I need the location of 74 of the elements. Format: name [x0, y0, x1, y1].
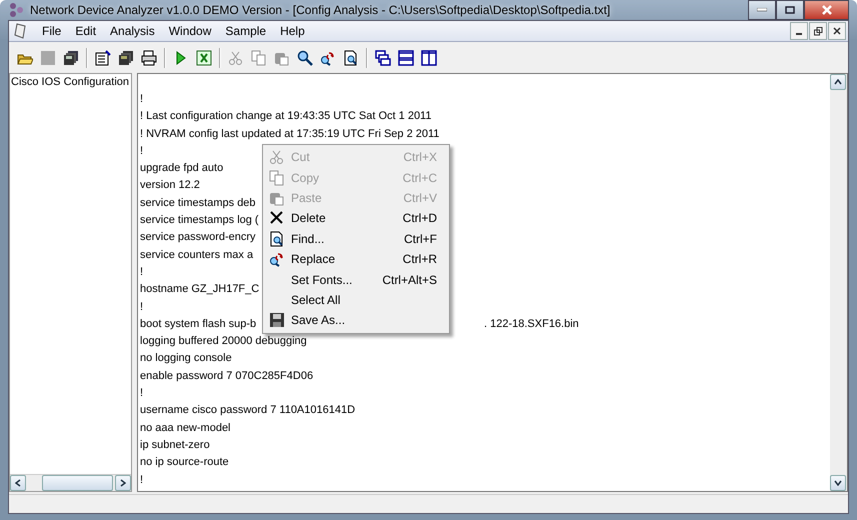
- config-line: no logging console: [140, 351, 232, 366]
- config-line: !: [140, 472, 144, 488]
- minimize-button[interactable]: [748, 0, 776, 20]
- config-line: no aaa new-model: [140, 420, 231, 436]
- save-icon: [269, 312, 285, 328]
- scroll-right-button[interactable]: [115, 474, 131, 491]
- replace-icon: [269, 251, 285, 268]
- config-line: logging buffered 20000 debugging: [140, 334, 307, 350]
- config-line: !: [140, 264, 144, 280]
- config-line: !: [140, 92, 144, 107]
- config-line: ! NVRAM config last updated at 17:35:19 UTC Fri Sep 2 2011: [140, 126, 440, 142]
- close-icon: [833, 27, 841, 35]
- config-line: service password-encry: [140, 230, 256, 246]
- disks-icon[interactable]: [63, 50, 79, 66]
- find-icon[interactable]: [343, 50, 359, 66]
- config-line: ip subnet-zero: [140, 438, 210, 453]
- copy-icon[interactable]: [251, 50, 267, 66]
- find-icon: [269, 230, 285, 247]
- window-title: Network Device Analyzer v1.0.0 DEMO Version - [Config Analysis - C:\Users\Softpedia\Desktop\Softpedia.txt]: [30, 3, 612, 17]
- config-line: !: [140, 144, 144, 159]
- maximize-button[interactable]: [776, 0, 804, 20]
- text-editor[interactable]: [137, 73, 848, 492]
- config-line: boot system flash sup-b: [140, 316, 256, 332]
- config-line: . 122-18.SXF16.bin: [484, 316, 579, 332]
- tree-item[interactable]: Cisco IOS Configuration: [10, 74, 131, 90]
- config-line: no ip source-route: [140, 455, 229, 470]
- menu-item[interactable]: File: [35, 24, 68, 38]
- scroll-left-button[interactable]: [10, 474, 26, 491]
- search-icon[interactable]: [297, 50, 313, 66]
- copy-icon: [269, 170, 285, 186]
- menu-item[interactable]: Delete Ctrl+D: [263, 208, 449, 229]
- menu-item[interactable]: Edit: [68, 24, 104, 38]
- restore-button[interactable]: [809, 22, 827, 40]
- config-line: !: [140, 300, 144, 315]
- menu-item[interactable]: Help: [273, 24, 312, 38]
- menu-item[interactable]: Set Fonts... Ctrl+Alt+S: [263, 269, 449, 290]
- config-line: upgrade fpd auto: [140, 161, 224, 176]
- properties-icon[interactable]: [95, 50, 111, 66]
- minimize-button[interactable]: [790, 22, 808, 40]
- tile-horizontal-icon[interactable]: [398, 50, 414, 66]
- menu-item[interactable]: Sample: [218, 24, 274, 38]
- close-button[interactable]: [804, 0, 849, 20]
- menu-item[interactable]: Select All: [263, 290, 449, 310]
- tile-vertical-icon[interactable]: [421, 50, 437, 66]
- printer-icon[interactable]: [141, 50, 157, 66]
- close-icon: [822, 5, 832, 15]
- config-line: service timestamps deb: [140, 196, 256, 211]
- scrollbar-thumb[interactable]: [42, 474, 113, 491]
- menu-item[interactable]: Replace Ctrl+R: [263, 248, 449, 270]
- menu-item[interactable]: Window: [162, 24, 218, 38]
- menu-item[interactable]: Analysis: [103, 24, 162, 38]
- cut-icon: [269, 149, 285, 166]
- delete-icon: [269, 210, 285, 226]
- config-line: !: [140, 386, 144, 402]
- menu-item[interactable]: Find... Ctrl+F: [263, 228, 449, 249]
- close-button[interactable]: [828, 22, 846, 40]
- replace-icon[interactable]: [320, 50, 336, 66]
- config-line: version 12.2: [140, 178, 200, 194]
- cascade-windows-icon[interactable]: [375, 50, 391, 66]
- restore-icon: [814, 26, 822, 36]
- scroll-up-button[interactable]: [830, 74, 846, 90]
- config-line: ! Last configuration change at 19:43:35 UTC Sat Oct 1 2011: [140, 109, 432, 124]
- app-icon: [8, 2, 24, 18]
- menu-item[interactable]: Save As...: [263, 310, 449, 331]
- config-line: service counters max a: [140, 248, 254, 263]
- config-line: username cisco password 7 110A1016141D: [140, 403, 356, 418]
- spreadsheet-icon[interactable]: [196, 50, 212, 66]
- disks-icon[interactable]: [118, 50, 134, 66]
- config-line: enable password 7 070C285F4D06: [140, 368, 314, 384]
- config-line: hostname GZ_JH17F_C: [140, 282, 260, 298]
- scroll-down-button[interactable]: [830, 474, 846, 491]
- maximize-icon: [785, 6, 795, 14]
- minimize-icon: [757, 8, 767, 12]
- config-line: service timestamps log (: [140, 213, 259, 228]
